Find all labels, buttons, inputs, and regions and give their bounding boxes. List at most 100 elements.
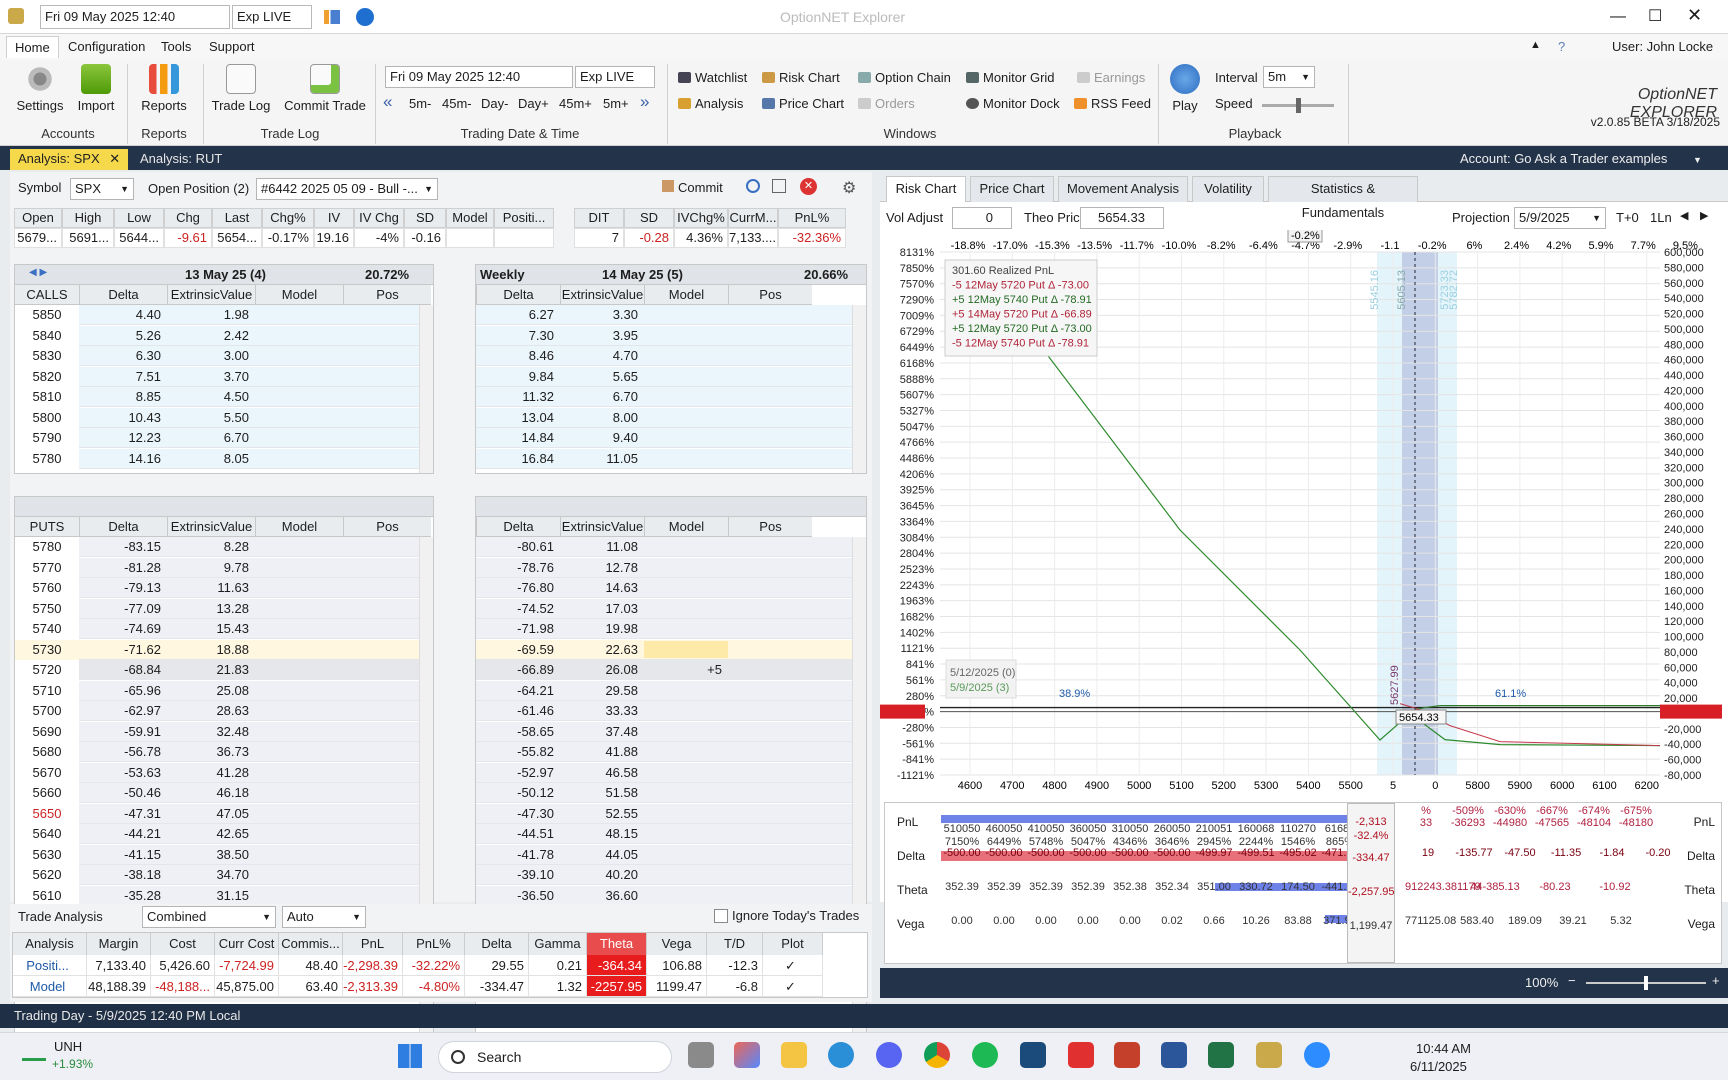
trade-header[interactable]: Vega xyxy=(647,933,707,955)
table-row[interactable]: 5680 -56.78 36.73 xyxy=(15,742,433,762)
interval-select[interactable]: 5m ▼ xyxy=(1263,66,1315,88)
trade-header[interactable]: Plot xyxy=(763,933,823,955)
table-row[interactable]: 5760 -79.13 11.63 xyxy=(15,578,433,598)
trade-header[interactable]: Analysis xyxy=(13,933,87,955)
tab-analysis-rut[interactable]: Analysis: RUT xyxy=(128,149,234,170)
table-row[interactable]: -47.30 52.55 xyxy=(476,803,866,824)
excel-icon[interactable] xyxy=(1208,1042,1234,1068)
trade-header[interactable]: Cost xyxy=(151,933,215,955)
task-view-icon[interactable] xyxy=(688,1042,714,1068)
table-row[interactable]: 5660 -50.46 46.18 xyxy=(15,783,433,803)
column-header[interactable]: Model xyxy=(255,517,343,537)
account-label[interactable]: Account: Go Ask a Trader examples ▼ xyxy=(1460,151,1702,166)
trade-header[interactable]: T/D xyxy=(707,933,763,955)
trade-header[interactable]: PnL% xyxy=(403,933,465,955)
column-header[interactable]: Model xyxy=(644,517,728,537)
app-icon[interactable] xyxy=(1020,1042,1046,1068)
table-row[interactable]: -55.82 41.88 xyxy=(476,742,866,762)
tab-analysis-spx[interactable]: Analysis: SPX ✕ xyxy=(10,149,129,170)
import-button[interactable]: Import xyxy=(72,64,120,113)
maximize-icon[interactable]: ☐ xyxy=(1648,6,1662,26)
minimize-icon[interactable]: — xyxy=(1610,8,1626,26)
table-row[interactable]: 5790 12.23 6.70 xyxy=(15,428,433,448)
column-header[interactable]: Pos xyxy=(343,517,431,537)
chart-tab[interactable]: Statistics & Fundamentals xyxy=(1268,176,1418,220)
trade-mode-select[interactable]: Combined ▼ xyxy=(142,906,276,928)
spotify-icon[interactable] xyxy=(972,1042,998,1068)
table-row[interactable]: 5810 8.85 4.50 xyxy=(15,387,433,407)
table-row[interactable]: 13.04 8.00 xyxy=(476,407,866,428)
back-arrow-icon[interactable]: « xyxy=(383,92,392,112)
trade-header[interactable]: Delta xyxy=(465,933,529,955)
table-row[interactable]: -66.89 26.08 +5 xyxy=(476,660,866,680)
chart-tab[interactable]: Price Chart xyxy=(970,176,1054,202)
table-row[interactable]: -64.21 29.58 xyxy=(476,680,866,701)
table-row[interactable]: -52.97 46.58 xyxy=(476,762,866,783)
step-day-fwd[interactable]: Day+ xyxy=(518,96,549,111)
powerpoint-icon[interactable] xyxy=(1114,1042,1140,1068)
column-header[interactable]: Delta xyxy=(476,517,560,537)
symbol-select[interactable]: SPX ▼ xyxy=(70,178,134,200)
chart-tab[interactable]: Volatility xyxy=(1192,176,1264,202)
delete-icon[interactable]: ✕ xyxy=(800,178,817,195)
column-header[interactable]: Delta xyxy=(476,285,560,305)
table-row[interactable]: 6.27 3.30 xyxy=(476,305,866,325)
projection-select[interactable]: 5/9/2025 ▼ xyxy=(1514,207,1606,229)
chart-tab[interactable]: Risk Chart xyxy=(886,176,966,202)
table-row[interactable]: -41.78 44.05 xyxy=(476,844,866,865)
table-row[interactable]: 5630 -41.15 38.50 xyxy=(15,844,433,865)
table-row[interactable]: 5830 6.30 3.00 xyxy=(15,346,433,366)
theo-price-field[interactable]: 5654.33 xyxy=(1080,207,1164,229)
table-row[interactable]: -44.51 48.15 xyxy=(476,824,866,844)
analysis-button[interactable]: Analysis xyxy=(678,96,743,111)
table-row[interactable]: -76.80 14.63 xyxy=(476,578,866,598)
price-chart-button[interactable]: Price Chart xyxy=(762,96,844,111)
table-row[interactable]: -58.65 37.48 xyxy=(476,721,866,742)
table-row[interactable]: -61.46 33.33 xyxy=(476,701,866,721)
risk-chart[interactable]: 8131% 7850% 7570% 7290% 7009% 6729% 6449% 6168%… xyxy=(880,230,1728,790)
prev-icon[interactable]: ◀ xyxy=(1680,209,1688,222)
reports-button[interactable]: Reports xyxy=(138,64,190,113)
chrome-icon[interactable] xyxy=(924,1042,950,1068)
table-row[interactable]: -50.12 51.58 xyxy=(476,783,866,803)
close-icon[interactable]: ✕ xyxy=(109,151,120,166)
file-explorer-icon[interactable] xyxy=(781,1042,807,1068)
commit-trade-button[interactable]: Commit Trade xyxy=(282,64,368,113)
trade-header[interactable]: Gamma xyxy=(529,933,587,955)
close-icon[interactable]: ✕ xyxy=(1687,5,1702,26)
zoom-in-icon[interactable]: + xyxy=(1712,973,1720,988)
commit-button[interactable]: Commit xyxy=(662,180,723,195)
model-input[interactable] xyxy=(644,640,728,658)
chevron-down-icon[interactable]: ▼ xyxy=(1693,155,1702,165)
menu-configuration[interactable]: Configuration xyxy=(68,39,145,54)
monitor-grid-button[interactable]: Monitor Grid xyxy=(966,70,1055,85)
trade-header[interactable]: PnL xyxy=(343,933,403,955)
column-header[interactable]: ExtrinsicValue xyxy=(560,517,644,537)
table-row[interactable]: 9.84 5.65 xyxy=(476,366,866,387)
optionnet-icon[interactable] xyxy=(1256,1042,1282,1068)
trade-cell[interactable]: ✓ xyxy=(763,955,823,976)
copy-icon[interactable] xyxy=(772,179,786,193)
collapse-icon[interactable]: ▲ xyxy=(1530,39,1541,51)
step-day-back[interactable]: Day- xyxy=(481,96,508,111)
column-header[interactable]: ExtrinsicValue xyxy=(167,517,255,537)
gear-icon[interactable]: ⚙ xyxy=(842,178,856,198)
column-header[interactable]: Delta xyxy=(79,517,167,537)
slider-thumb[interactable] xyxy=(1296,98,1301,113)
position-select[interactable]: #6442 2025 05 09 - Bull -... ▼ xyxy=(256,178,438,200)
t0-label[interactable]: T+0 xyxy=(1616,210,1639,225)
table-row[interactable]: -36.50 36.60 xyxy=(476,885,866,906)
zoom-out-icon[interactable]: − xyxy=(1568,973,1576,988)
trade-cell[interactable]: ✓ xyxy=(763,976,823,997)
word-icon[interactable] xyxy=(1161,1042,1187,1068)
trade-header[interactable]: Commis... xyxy=(279,933,343,955)
vol-adjust-field[interactable]: 0 xyxy=(952,207,1012,229)
table-row[interactable]: 5730 -71.62 18.88 xyxy=(15,639,433,660)
settings-button[interactable]: Settings xyxy=(12,64,68,113)
ignore-today-checkbox[interactable] xyxy=(714,909,728,923)
table-row[interactable]: 5700 -62.97 28.63 xyxy=(15,701,433,721)
table-row[interactable]: 5800 10.43 5.50 xyxy=(15,407,433,428)
table-row[interactable]: 5770 -81.28 9.78 xyxy=(15,557,433,578)
slider-thumb[interactable] xyxy=(1644,976,1648,990)
snagit-icon[interactable] xyxy=(1068,1042,1094,1068)
